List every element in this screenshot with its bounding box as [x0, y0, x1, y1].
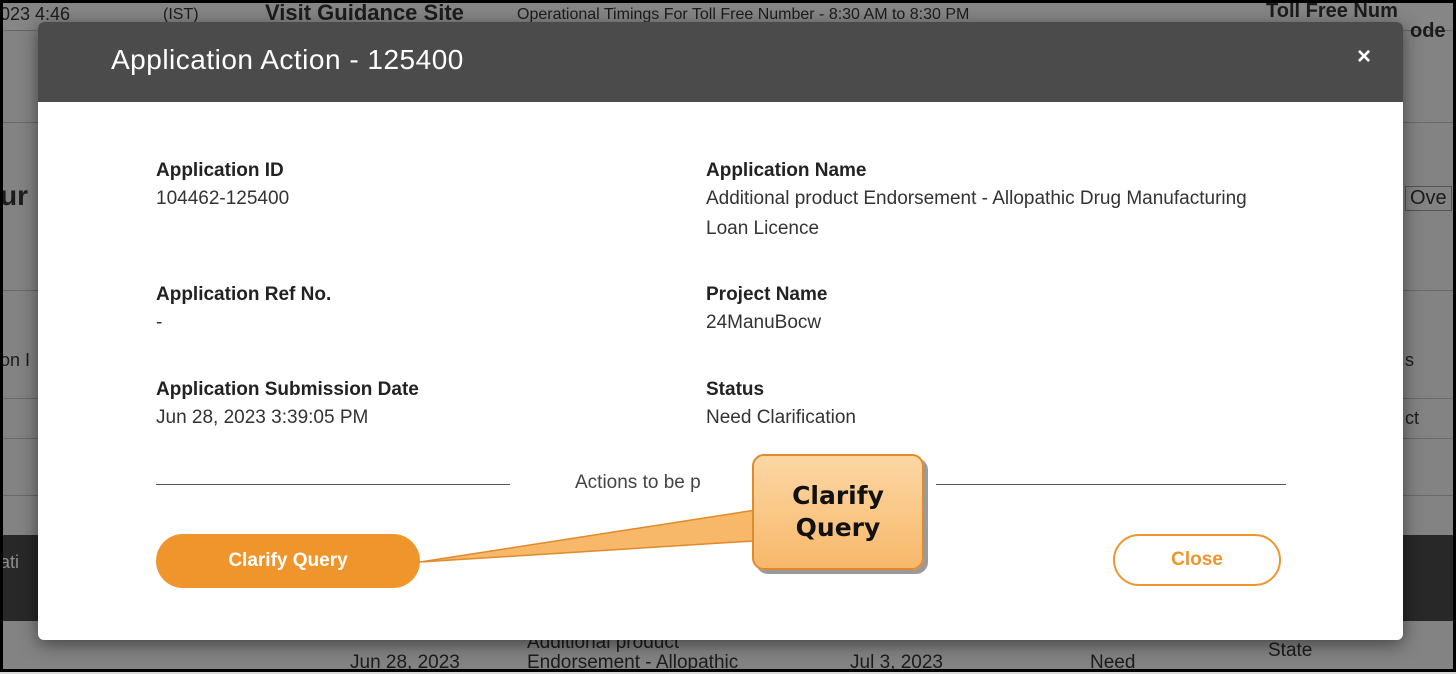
application-action-modal: Application Action - 125400 × Applicatio… — [38, 22, 1403, 640]
application-name-value: Additional product Endorsement - Allopat… — [706, 188, 1247, 239]
actions-divider-right — [936, 484, 1286, 485]
modal-title: Application Action - 125400 — [111, 44, 464, 75]
actions-divider-label: Actions to be p — [575, 472, 701, 493]
project-name-label: Project Name — [706, 284, 828, 305]
application-ref-label: Application Ref No. — [156, 284, 332, 305]
submission-date-label: Application Submission Date — [156, 379, 419, 400]
application-ref-field: Application Ref No. - — [156, 282, 331, 338]
project-name-value: 24ManuBocw — [706, 312, 822, 333]
application-name-field: Application Name Additional product Endo… — [706, 158, 1266, 244]
application-name-label: Application Name — [706, 160, 867, 181]
submission-date-value: Jun 28, 2023 3:39:05 PM — [156, 407, 369, 428]
status-value: Need Clarification — [706, 407, 856, 428]
status-label: Status — [706, 379, 765, 400]
application-id-label: Application ID — [156, 160, 284, 181]
close-button[interactable]: Close — [1113, 534, 1281, 586]
project-name-field: Project Name 24ManuBocw — [706, 282, 827, 338]
clarify-query-callout: Clarify Query — [752, 454, 924, 570]
application-id-value: 104462-125400 — [156, 188, 290, 209]
status-field: Status Need Clarification — [706, 377, 856, 433]
submission-date-field: Application Submission Date Jun 28, 2023… — [156, 377, 419, 433]
close-icon[interactable]: × — [1351, 43, 1377, 70]
application-ref-value: - — [156, 312, 163, 333]
application-id-field: Application ID 104462-125400 — [156, 158, 289, 214]
modal-header: Application Action - 125400 × — [38, 22, 1403, 102]
actions-divider-left — [156, 484, 510, 485]
clarify-query-button[interactable]: Clarify Query — [156, 534, 420, 588]
